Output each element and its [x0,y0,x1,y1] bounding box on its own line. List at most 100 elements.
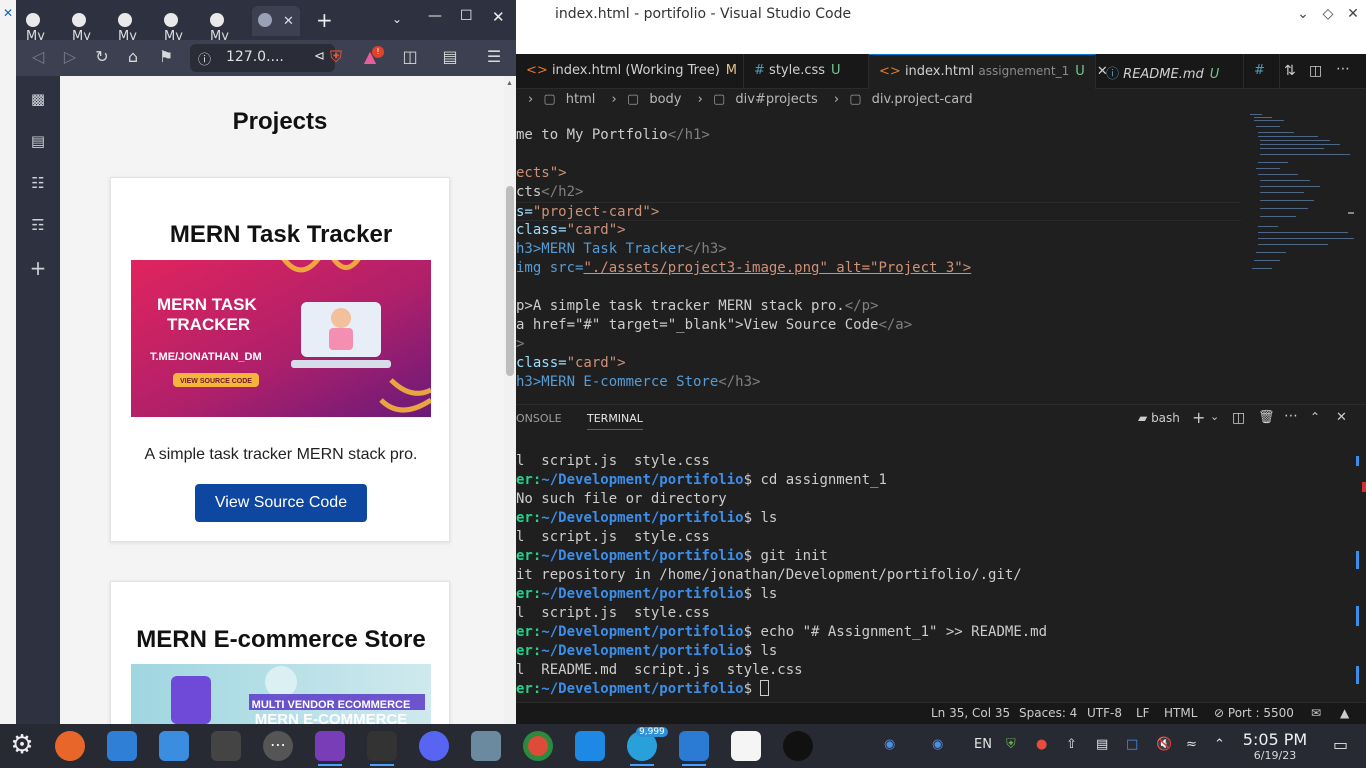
browser-tab[interactable]: My [158,6,204,44]
terminal-shell-selector[interactable]: ▰ bash [1138,411,1180,425]
store-icon[interactable] [107,731,137,761]
add-sidebar-item-icon[interactable]: + [28,256,48,280]
wallet-icon[interactable]: ▤ [440,47,460,66]
close-tab-icon[interactable]: ✕ [283,14,294,29]
minimap[interactable] [1244,110,1354,402]
network-share-icon[interactable]: ◉ [932,737,943,752]
reading-list-icon[interactable]: ☶ [28,216,48,236]
reload-icon[interactable]: ↻ [92,47,112,66]
proton-vpn-icon[interactable] [731,731,761,761]
tab-index-working-tree[interactable]: <> index.html (Working Tree) M [516,54,744,89]
firefox-icon[interactable] [55,731,85,761]
sidebar-toggle-icon[interactable]: ◫ [400,47,420,66]
discord-icon[interactable] [419,731,449,761]
tab-readme[interactable]: ⓘ README.md U [1096,54,1244,89]
browser-tab[interactable]: My [204,6,250,44]
forward-icon[interactable]: ▷ [60,47,80,66]
video-call-icon[interactable]: ▩ [28,90,48,110]
scrollbar-thumb[interactable] [506,186,514,376]
start-menu-icon[interactable]: ⚙ [7,731,37,761]
more-actions-icon[interactable]: ⋯ [1284,408,1298,424]
breadcrumb-item[interactable]: ▢ div#projects [713,92,824,107]
close-icon[interactable]: ✕ [492,8,505,26]
terminal[interactable]: l script.js style.css er:~/Development/po… [516,452,1346,702]
language-mode[interactable]: HTML [1164,706,1197,720]
live-server-port[interactable]: ⊘ Port : 5500 [1214,706,1294,720]
wifi-icon[interactable]: ≈ [1186,737,1197,752]
bell-icon[interactable]: ▲ [1340,706,1349,720]
files-icon[interactable] [159,731,189,761]
cursor-position[interactable]: Ln 35, Col 35 [931,706,1010,720]
tab-console[interactable]: ONSOLE [516,412,562,425]
browser-tab[interactable]: My [20,6,66,44]
document-icon[interactable] [575,731,605,761]
keyboard-layout[interactable]: EN [974,737,992,752]
volume-muted-icon[interactable]: 🔇 [1156,737,1172,752]
split-terminal-icon[interactable]: ◫ [1232,410,1245,426]
encoding[interactable]: UTF-8 [1087,706,1122,720]
more-apps-icon[interactable]: ⋯ [263,731,293,761]
new-terminal-icon[interactable]: + [1192,408,1205,427]
brave-icon[interactable] [315,731,345,766]
vscode-icon[interactable] [679,731,709,766]
tab-terminal[interactable]: TERMINAL [587,412,643,430]
breadcrumb-item[interactable]: ▢ body [627,92,688,107]
close-icon[interactable]: ✕ [1344,6,1362,22]
tiktok-icon[interactable] [783,731,813,761]
tab-overflow[interactable]: # [1244,54,1280,89]
browser-tab[interactable]: My [112,6,158,44]
clock-date[interactable]: 6/19/23 [1241,749,1309,762]
notifications-icon[interactable]: □ [1126,737,1138,752]
tab-style-css[interactable]: # style.css U [744,54,869,89]
share-icon[interactable]: ⊲ [314,49,325,64]
clock-time[interactable]: 5:05 PM [1241,730,1309,749]
more-actions-icon[interactable]: ⋯ [1336,61,1350,77]
breadcrumb-item[interactable]: ▢ html [543,92,601,107]
source-control-diff-icon[interactable]: ⇅ [1284,63,1296,79]
close-panel-icon[interactable]: ✕ [1336,410,1347,425]
new-tab-icon[interactable]: + [316,8,333,32]
github-icon [26,13,40,27]
update-icon[interactable]: ● [1036,737,1047,752]
indentation[interactable]: Spaces: 4 [1019,706,1077,720]
show-desktop-icon[interactable]: ▭ [1333,735,1348,754]
page-scrollbar[interactable]: ▲ [504,76,516,724]
chevron-up-icon[interactable]: ⌃ [1214,737,1225,752]
maximize-icon[interactable]: ☐ [460,8,473,24]
brave-shield-icon[interactable]: ⛨ [326,47,346,67]
network-share-icon[interactable]: ◉ [884,737,895,752]
feedback-icon[interactable]: ✉ [1311,706,1321,720]
chrome-icon[interactable] [523,731,553,761]
wallet-icon[interactable]: ▤ [28,132,48,152]
terminal-scroll-markers [1356,456,1359,686]
chevron-down-icon[interactable]: ⌄ [1210,410,1219,423]
upload-icon[interactable]: ⇧ [1066,737,1077,752]
bookmark-icon[interactable]: ⚑ [156,47,176,66]
trash-icon[interactable]: 🗑 [1258,410,1275,425]
browser-tab[interactable]: My [66,6,112,44]
clipboard-icon[interactable]: ▤ [1096,737,1108,752]
shield-icon[interactable]: ⛨ [1006,737,1016,752]
bookmarks-icon[interactable]: ☷ [28,174,48,194]
view-source-button[interactable]: View Source Code [195,484,367,522]
maximize-panel-icon[interactable]: ⌃ [1310,410,1320,424]
minimize-icon[interactable]: ⌄ [1294,6,1312,22]
browser-tab-active[interactable]: ✕ [252,6,300,36]
tab-index-html-active[interactable]: <> index.html assignement_1 U ✕ [869,54,1108,89]
menu-icon[interactable]: ☰ [484,47,504,66]
settings-icon[interactable] [211,731,241,761]
screenshot-icon[interactable] [471,731,501,761]
split-editor-icon[interactable]: ◫ [1309,63,1322,79]
home-icon[interactable]: ⌂ [123,47,143,66]
chevron-down-icon[interactable]: ⌄ [392,12,402,26]
terminal-text: $ ls [743,586,778,602]
gimp-icon[interactable] [367,731,397,766]
maximize-icon[interactable]: ◇ [1319,6,1337,22]
line-ending[interactable]: LF [1136,706,1150,720]
code-editor[interactable]: me to My Portfolio</h1> ects"> cts</h2> … [516,126,1241,404]
address-bar[interactable]: ⓘ 127.0.... ⊲ [190,44,335,72]
back-icon[interactable]: ◁ [28,47,48,66]
breadcrumb-item[interactable]: ▢ div.project-card [849,92,978,107]
minimize-icon[interactable]: — [428,8,442,24]
scroll-up-icon[interactable]: ▲ [506,80,513,87]
